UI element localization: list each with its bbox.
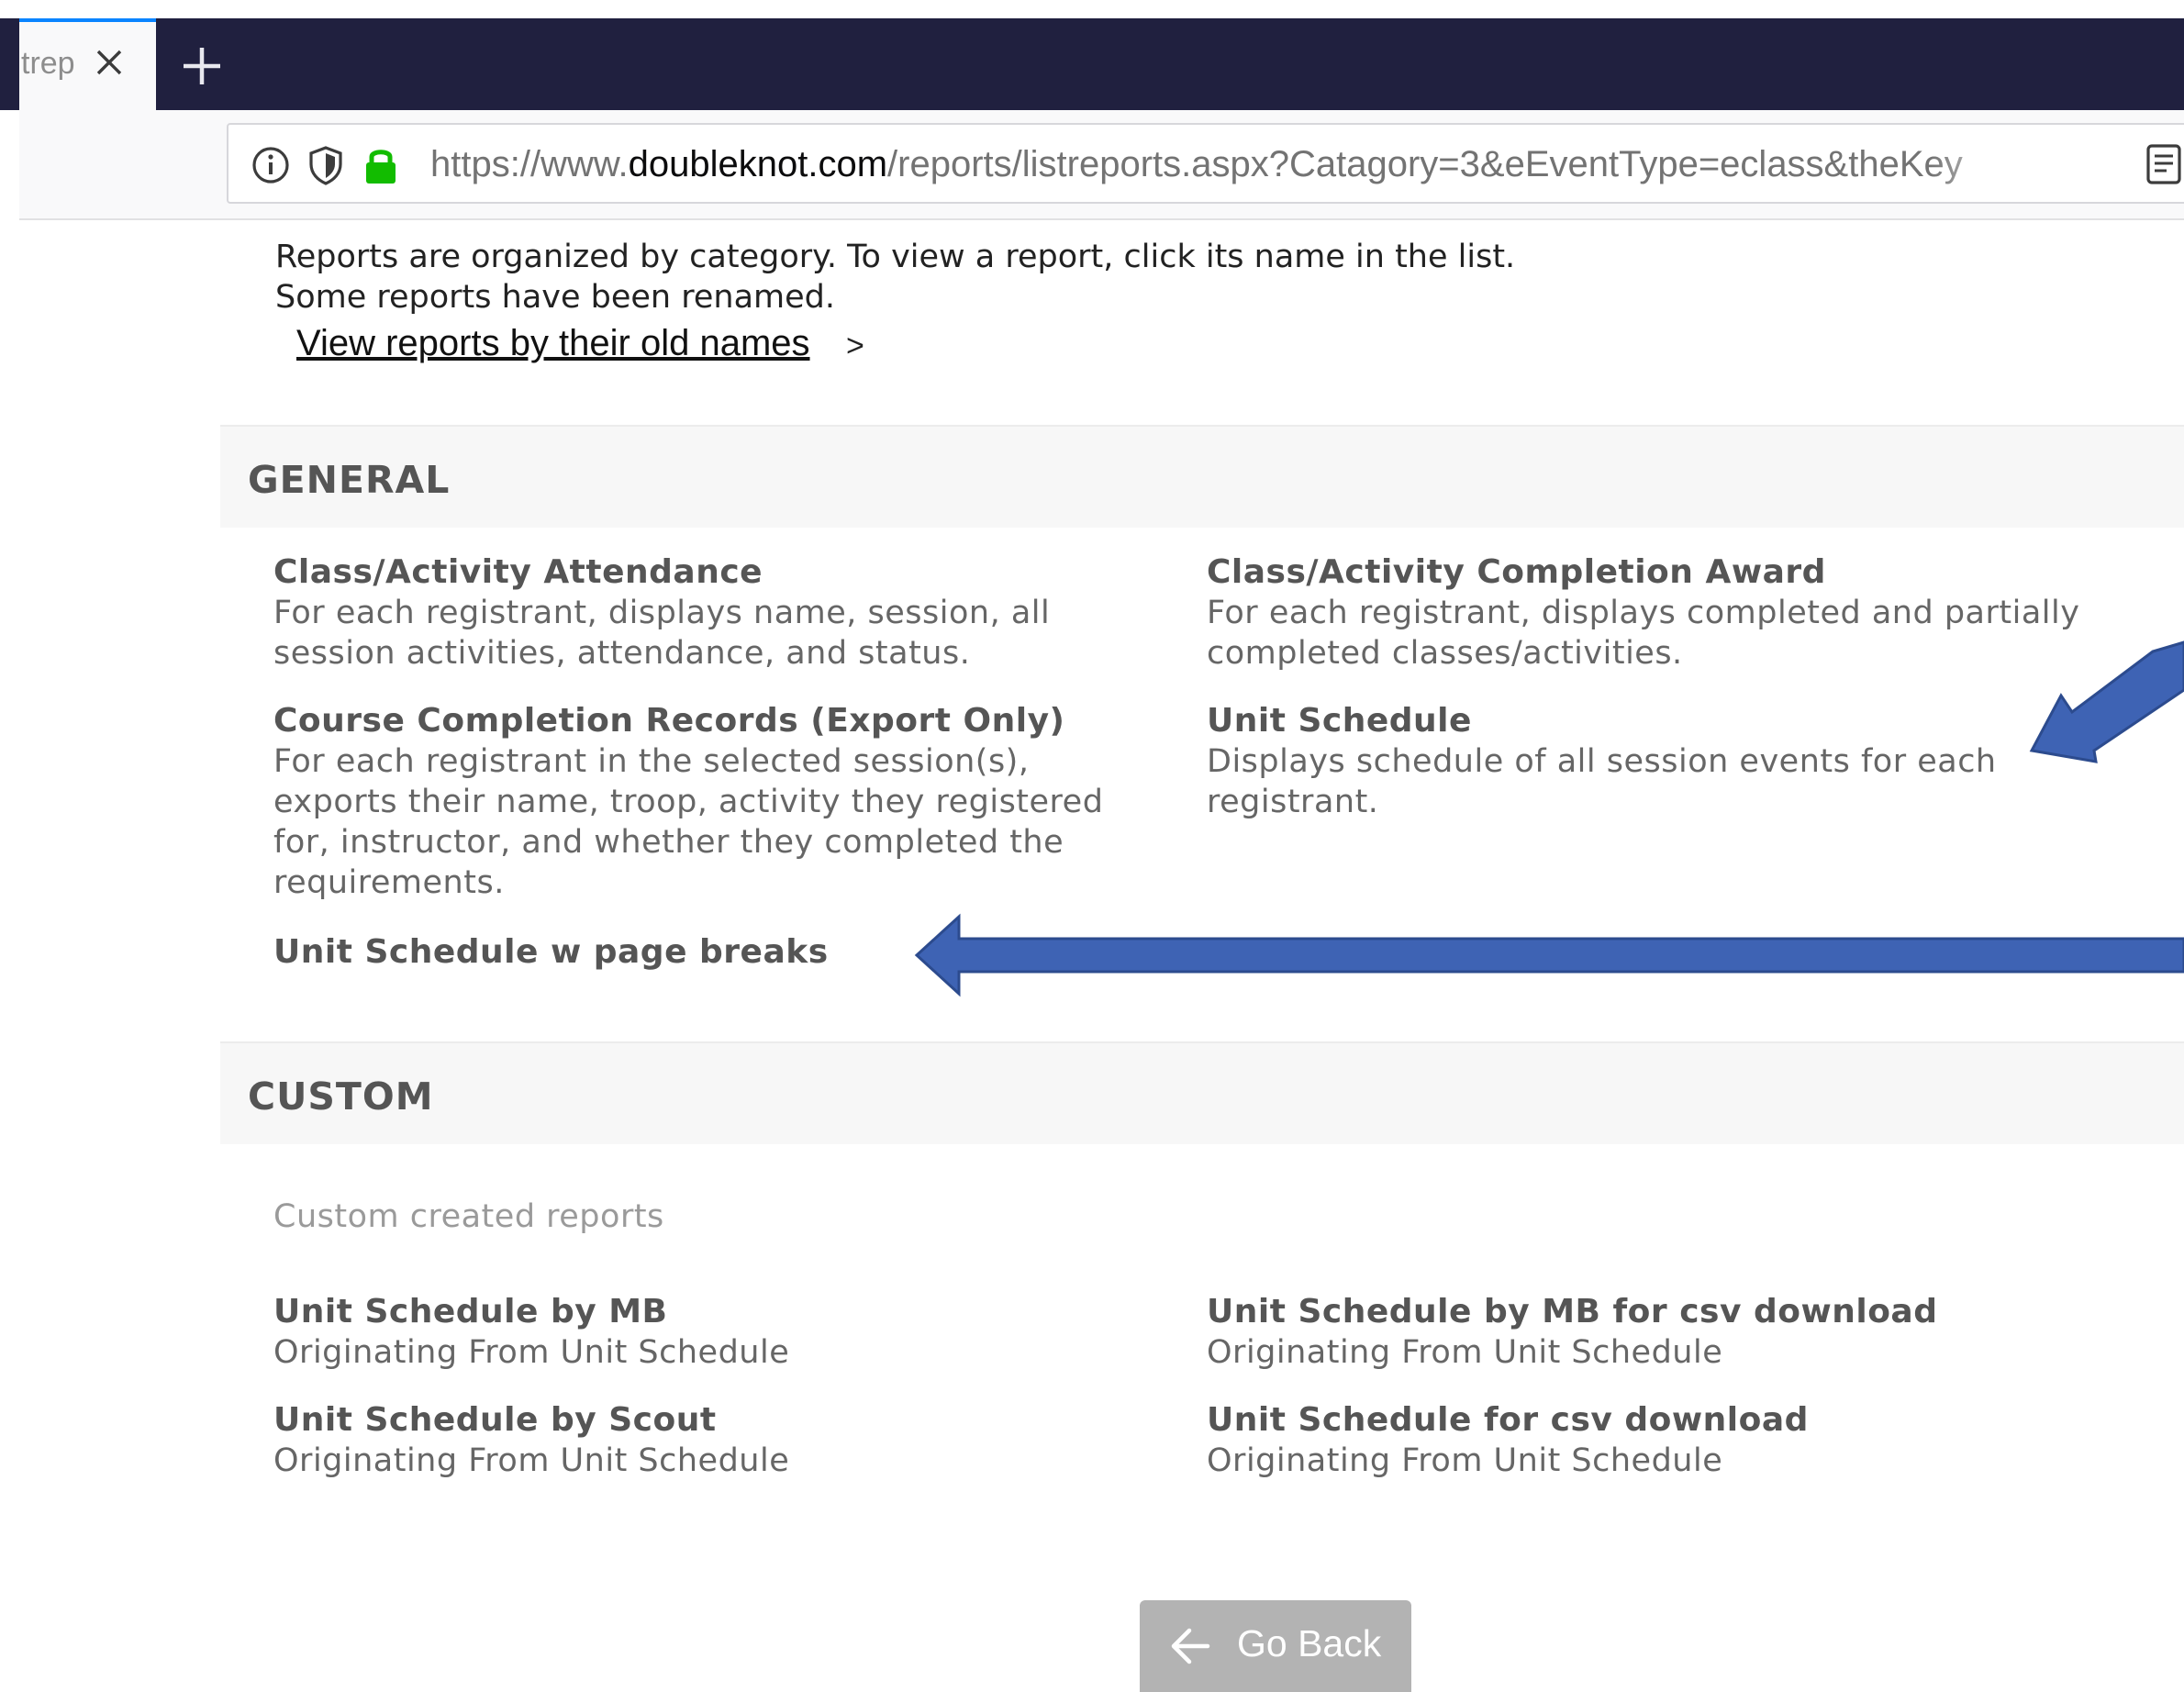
general-section-title: GENERAL [248, 458, 451, 502]
report-title-link[interactable]: Unit Schedule for csv download [1207, 1400, 2088, 1441]
info-icon[interactable] [249, 143, 293, 187]
report-item: Course Completion Records (Export Only) … [273, 701, 1154, 903]
url-host: doubleknot.com [628, 144, 888, 184]
report-item: Unit Schedule for csv download Originati… [1207, 1400, 2088, 1481]
window-top-edge [0, 0, 2184, 18]
report-title-link[interactable]: Unit Schedule by MB [273, 1292, 1154, 1332]
custom-section-title: CUSTOM [248, 1074, 434, 1119]
new-tab-plus-icon[interactable] [176, 40, 228, 92]
custom-section-subtitle: Custom created reports [273, 1198, 664, 1235]
report-item: Class/Activity Completion Award For each… [1207, 552, 2088, 673]
report-item: Unit Schedule by MB for csv download Ori… [1207, 1292, 2088, 1373]
navigation-toolbar: https://www.doubleknot.com/reports/listr… [19, 110, 2184, 220]
tab-close-icon[interactable] [91, 44, 128, 81]
tab-bar: trep [0, 18, 2184, 110]
arrow-left-icon [1171, 1628, 1210, 1664]
report-description: Originating From Unit Schedule [273, 1442, 790, 1479]
report-description: Originating From Unit Schedule [273, 1334, 790, 1371]
annotation-arrow-horizontal [914, 913, 2184, 997]
custom-section-header: CUSTOM [220, 1041, 2184, 1144]
report-item: Unit Schedule Displays schedule of all s… [1207, 701, 2051, 822]
general-section-header: GENERAL [220, 425, 2184, 528]
report-title-link[interactable]: Unit Schedule by MB for csv download [1207, 1292, 2088, 1332]
tracking-shield-icon[interactable] [304, 143, 348, 187]
chevron-right-icon: > [846, 328, 864, 363]
report-description: For each registrant, displays completed … [1207, 595, 2080, 672]
intro-text: Reports are organized by category. To vi… [275, 237, 1927, 317]
active-tab[interactable]: trep [19, 18, 156, 110]
report-description: For each registrant, displays name, sess… [273, 595, 1051, 672]
view-old-names-link[interactable]: View reports by their old names [296, 323, 810, 364]
report-title-link[interactable]: Unit Schedule by Scout [273, 1400, 1154, 1441]
url-prefix: https://www. [430, 144, 629, 184]
url-path: /reports/listreports.aspx?Catagory=3&eEv… [887, 144, 1963, 184]
report-title-link[interactable]: Unit Schedule [1207, 701, 2051, 741]
url-bar[interactable]: https://www.doubleknot.com/reports/listr… [227, 123, 2184, 204]
lock-icon[interactable] [359, 143, 403, 187]
report-title-link[interactable]: Course Completion Records (Export Only) [273, 701, 1154, 741]
reader-view-icon[interactable] [2141, 141, 2184, 187]
intro-line-1: Reports are organized by category. To vi… [275, 239, 1516, 275]
report-item: Unit Schedule by Scout Originating From … [273, 1400, 1154, 1481]
report-title-link[interactable]: Class/Activity Completion Award [1207, 552, 2088, 593]
report-title-link[interactable]: Class/Activity Attendance [273, 552, 1154, 593]
report-description: Originating From Unit Schedule [1207, 1442, 1723, 1479]
url-text[interactable]: https://www.doubleknot.com/reports/listr… [430, 141, 2027, 187]
tab-title: trep [21, 46, 75, 81]
report-item: Class/Activity Attendance For each regis… [273, 552, 1154, 673]
report-description: Displays schedule of all session events … [1207, 743, 1997, 820]
report-description: For each registrant in the selected sess… [273, 743, 1104, 901]
annotation-arrow-diagonal [2029, 640, 2184, 763]
go-back-label: Go Back [1237, 1622, 1382, 1664]
go-back-button[interactable]: Go Back [1140, 1600, 1411, 1692]
report-item: Unit Schedule by MB Originating From Uni… [273, 1292, 1154, 1373]
report-description: Originating From Unit Schedule [1207, 1334, 1723, 1371]
intro-line-2: Some reports have been renamed. [275, 279, 835, 316]
